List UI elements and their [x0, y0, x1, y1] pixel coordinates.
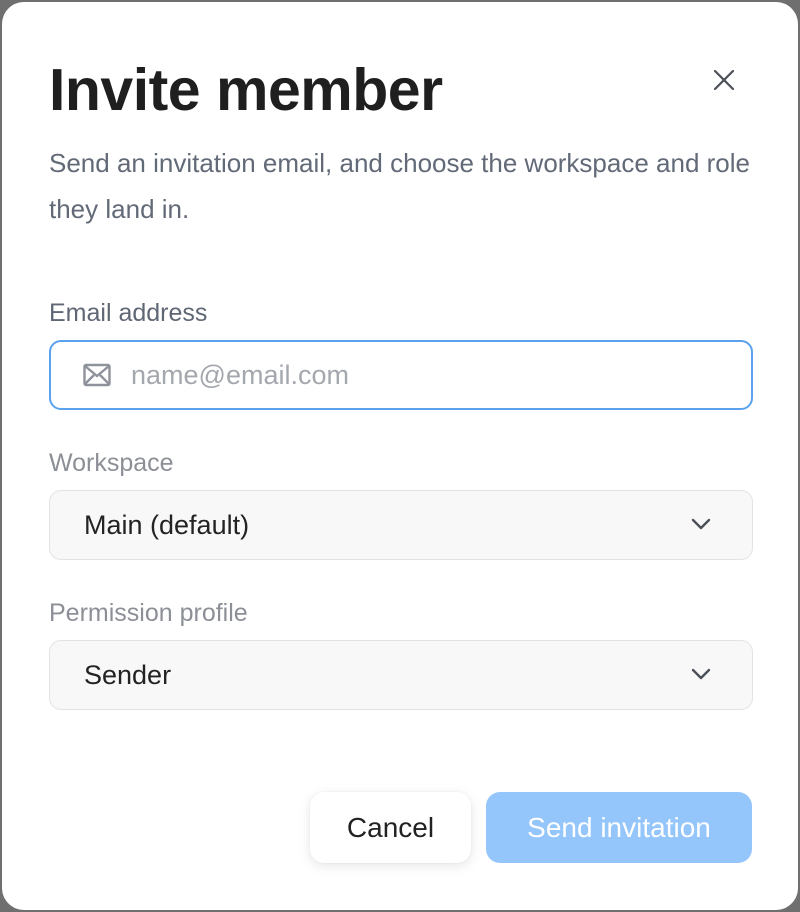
permission-selected-value: Sender — [84, 660, 172, 690]
workspace-selected-value: Main (default) — [84, 510, 250, 540]
invite-member-dialog: Invite member Send an invitation email, … — [2, 2, 798, 910]
email-input[interactable] — [131, 342, 731, 408]
close-icon — [713, 69, 735, 91]
email-field[interactable] — [49, 340, 753, 410]
permission-label: Permission profile — [49, 599, 248, 627]
close-button[interactable] — [702, 58, 746, 102]
workspace-select[interactable]: Main (default) — [49, 490, 753, 560]
send-invitation-button[interactable]: Send invitation — [486, 792, 752, 863]
dialog-subtitle: Send an invitation email, and choose the… — [49, 148, 750, 224]
chevron-down-icon — [691, 668, 711, 680]
chevron-down-icon — [691, 518, 711, 530]
permission-select[interactable]: Sender — [49, 640, 753, 710]
mail-icon — [83, 363, 111, 387]
cancel-button[interactable]: Cancel — [310, 792, 471, 863]
dialog-title: Invite member — [49, 57, 443, 123]
email-label: Email address — [49, 299, 208, 327]
workspace-label: Workspace — [49, 449, 174, 477]
